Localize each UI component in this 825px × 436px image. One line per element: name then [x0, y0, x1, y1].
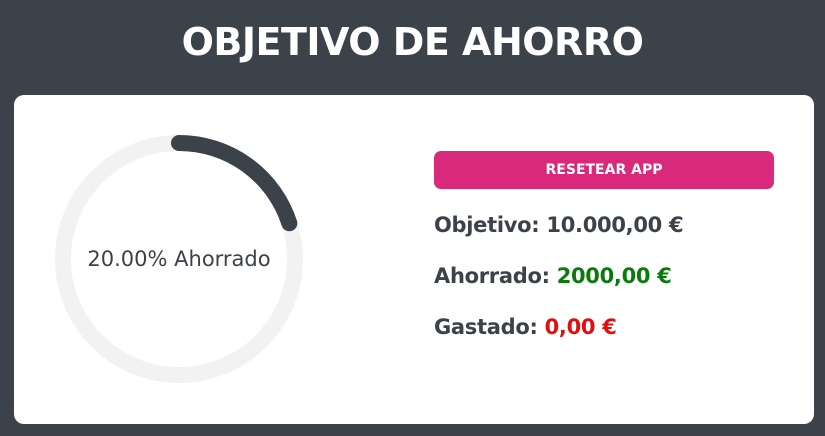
goal-value: 10.000,00 € — [546, 213, 684, 237]
reset-app-button[interactable]: RESETEAR APP — [434, 151, 774, 189]
progress-label: 20.00% Ahorrado — [87, 247, 271, 271]
saved-value: 2000,00 € — [556, 264, 672, 288]
page-title: OBJETIVO DE AHORRO — [181, 20, 644, 64]
saved-label: Ahorrado: — [434, 264, 550, 288]
savings-card: 20.00% Ahorrado RESETEAR APP Objetivo: 1… — [14, 95, 814, 424]
goal-stat: Objetivo: 10.000,00 € — [434, 213, 684, 237]
spent-value: 0,00 € — [544, 315, 617, 339]
spent-stat: Gastado: 0,00 € — [434, 315, 617, 339]
progress-gauge: 20.00% Ahorrado — [52, 132, 306, 386]
goal-label: Objetivo: — [434, 213, 540, 237]
spent-label: Gastado: — [434, 315, 538, 339]
saved-stat: Ahorrado: 2000,00 € — [434, 264, 672, 288]
